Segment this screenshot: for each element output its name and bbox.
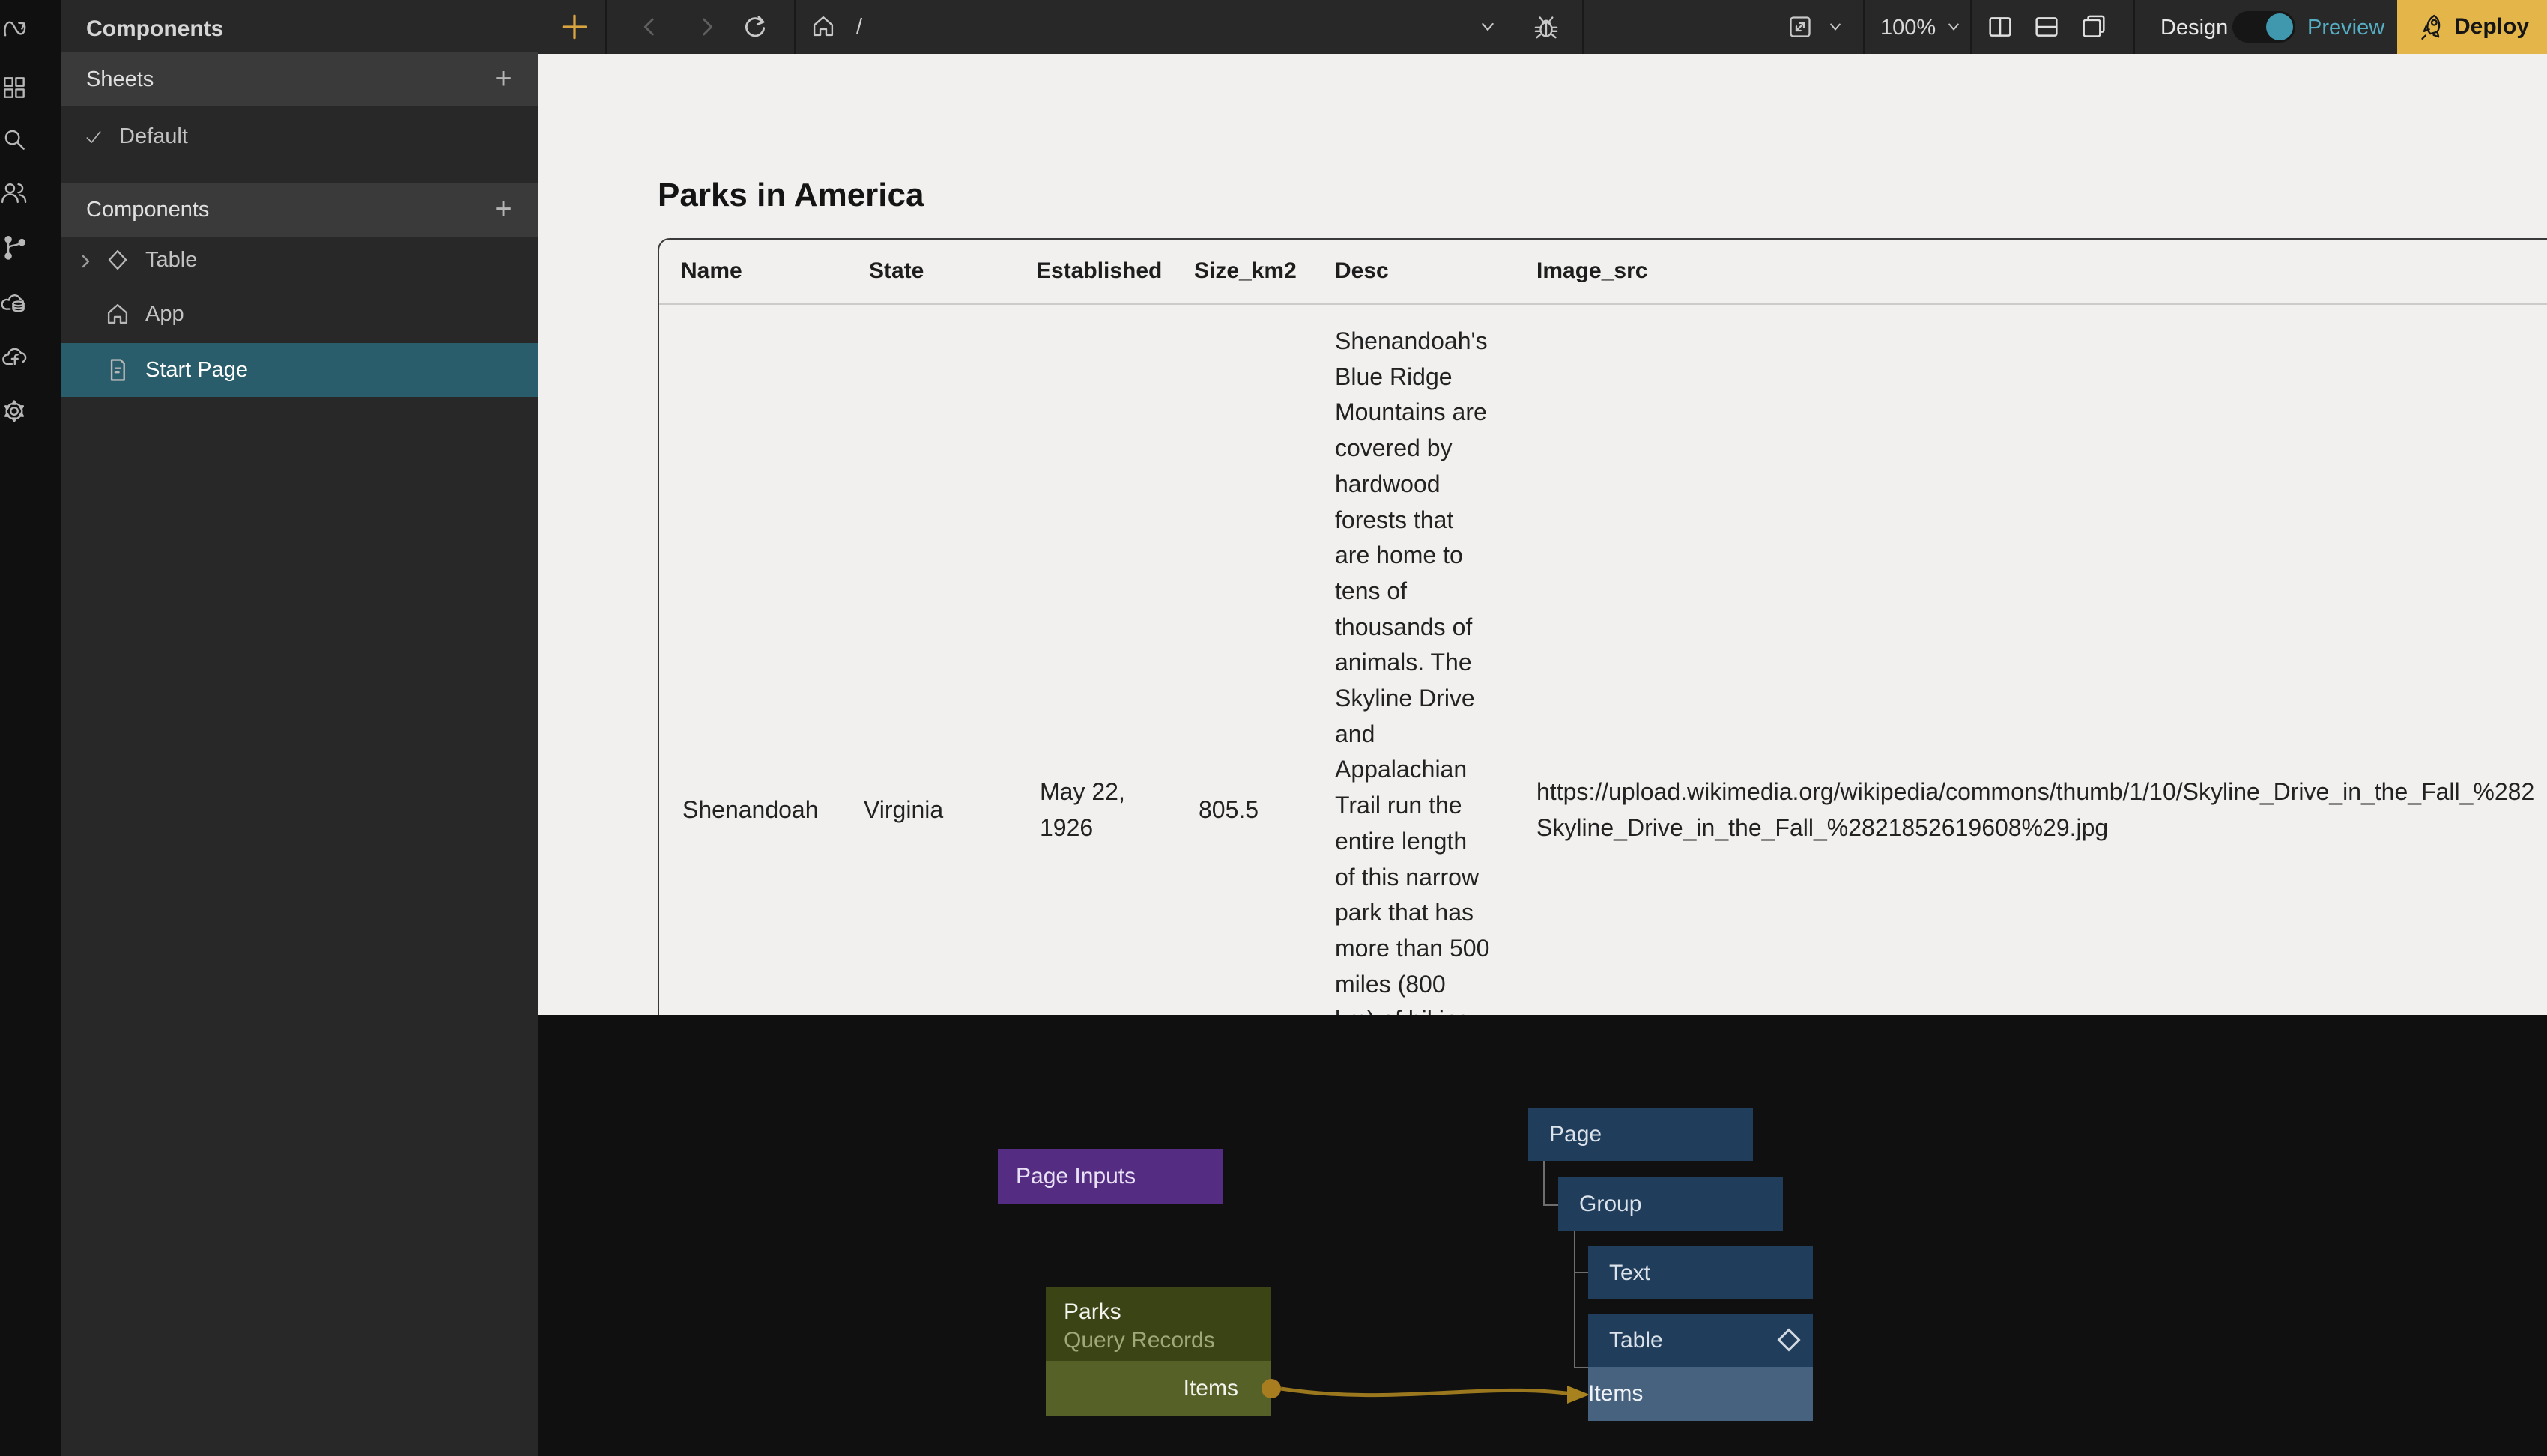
tree-item-table[interactable]: Table bbox=[61, 233, 538, 287]
nav-back-button[interactable] bbox=[635, 12, 665, 42]
node-label: Page bbox=[1549, 1122, 1602, 1147]
sheet-label: Default bbox=[119, 124, 188, 149]
cell-state: Virginia bbox=[864, 792, 943, 828]
users-icon[interactable] bbox=[0, 179, 28, 207]
output-port-label: Items bbox=[1184, 1376, 1238, 1401]
reload-icon[interactable] bbox=[740, 12, 770, 42]
sheets-section-header: Sheets + bbox=[61, 52, 538, 106]
items-output-port[interactable] bbox=[1262, 1379, 1281, 1398]
tree-item-label: Start Page bbox=[145, 358, 248, 383]
node-table-items-input[interactable]: Items bbox=[1588, 1367, 1813, 1421]
route-path[interactable]: / bbox=[856, 15, 862, 40]
diamond-icon bbox=[1777, 1328, 1800, 1351]
node-group[interactable]: Group bbox=[1558, 1177, 1783, 1231]
query-type: Query Records bbox=[1064, 1328, 1215, 1353]
page-file-icon bbox=[103, 356, 132, 384]
cell-established: May 22, 1926 bbox=[1040, 774, 1125, 846]
cloud-function-icon[interactable] bbox=[0, 342, 28, 370]
route-dropdown-chevron-icon[interactable] bbox=[1476, 15, 1506, 45]
node-text[interactable]: Text bbox=[1588, 1246, 1813, 1299]
items-binding-edge bbox=[538, 1015, 2547, 1456]
components-panel: Components Sheets + Default Components +… bbox=[61, 0, 540, 1456]
split-vertical-icon[interactable] bbox=[1985, 12, 2015, 42]
deploy-label: Deploy bbox=[2454, 14, 2529, 40]
chevron-right-icon[interactable] bbox=[76, 252, 94, 270]
node-label: Group bbox=[1579, 1192, 1641, 1217]
check-icon bbox=[84, 127, 103, 147]
cell-name: Shenandoah bbox=[682, 792, 819, 828]
git-branch-icon[interactable] bbox=[0, 233, 28, 261]
tree-item-app[interactable]: App bbox=[61, 287, 538, 341]
toolbar-separator bbox=[605, 0, 607, 54]
design-preview-toggle[interactable] bbox=[2232, 11, 2295, 43]
app-logo-icon[interactable] bbox=[0, 13, 28, 42]
column-header-size: Size_km2 bbox=[1194, 258, 1297, 284]
toolbar-separator bbox=[794, 0, 796, 54]
app-preview-canvas: Parks in America Name State Established … bbox=[538, 54, 2547, 1015]
design-mode-label[interactable]: Design bbox=[2160, 16, 2228, 40]
settings-gear-icon[interactable] bbox=[0, 397, 28, 425]
toolbar-separator bbox=[1970, 0, 1972, 54]
preview-page-title: Parks in America bbox=[658, 177, 924, 214]
add-component-button[interactable]: + bbox=[490, 196, 517, 223]
node-page[interactable]: Page bbox=[1528, 1108, 1753, 1161]
zoom-level[interactable]: 100% bbox=[1880, 16, 1936, 40]
components-grid-icon[interactable] bbox=[0, 73, 28, 102]
stacked-windows-icon[interactable] bbox=[2079, 12, 2109, 42]
add-sheet-button[interactable]: + bbox=[490, 66, 517, 93]
tree-item-label: Table bbox=[145, 248, 197, 273]
add-page-button[interactable] bbox=[558, 10, 588, 40]
node-parks-query[interactable]: Parks Query Records Items bbox=[1046, 1287, 1271, 1416]
toolbar-separator bbox=[2133, 0, 2135, 54]
query-name: Parks bbox=[1064, 1299, 1121, 1325]
cell-image-src: https://upload.wikimedia.org/wikipedia/c… bbox=[1536, 774, 2547, 846]
column-header-state: State bbox=[869, 258, 924, 284]
toolbar-separator bbox=[1863, 0, 1865, 54]
toolbar-separator bbox=[1582, 0, 1584, 54]
debug-bug-icon[interactable] bbox=[1531, 12, 1561, 42]
preview-mode-label[interactable]: Preview bbox=[2307, 16, 2384, 40]
deploy-button[interactable]: Deploy bbox=[2397, 0, 2547, 54]
tree-item-start-page[interactable]: Start Page bbox=[61, 343, 538, 397]
canvas-size-chevron-icon[interactable] bbox=[1825, 16, 1855, 46]
diamond-icon bbox=[103, 246, 132, 274]
node-label: Text bbox=[1609, 1261, 1650, 1286]
column-header-desc: Desc bbox=[1335, 258, 1389, 284]
nav-forward-button[interactable] bbox=[691, 12, 721, 42]
toggle-knob bbox=[2266, 13, 2293, 40]
node-page-inputs[interactable]: Page Inputs bbox=[998, 1149, 1223, 1204]
cell-desc: Shenandoah's Blue Ridge Mountains are co… bbox=[1335, 324, 1522, 1015]
rocket-icon bbox=[2417, 12, 2447, 42]
node-label: Table bbox=[1609, 1328, 1663, 1353]
panel-title: Components bbox=[86, 16, 223, 42]
node-label: Items bbox=[1588, 1381, 1643, 1407]
tree-item-label: App bbox=[145, 302, 184, 327]
components-section-header: Components + bbox=[61, 183, 538, 237]
sheet-item-default[interactable]: Default bbox=[61, 109, 538, 163]
column-header-established: Established bbox=[1036, 258, 1162, 284]
home-icon[interactable] bbox=[809, 12, 839, 42]
components-header-label: Components bbox=[86, 198, 209, 222]
cloud-database-icon[interactable] bbox=[0, 288, 28, 316]
search-icon[interactable] bbox=[0, 125, 28, 154]
sheets-header-label: Sheets bbox=[86, 67, 154, 92]
column-header-name: Name bbox=[681, 258, 742, 284]
canvas-size-icon[interactable] bbox=[1785, 12, 1815, 42]
data-flow-graph: Page Inputs Parks Query Records Items Pa… bbox=[538, 1015, 2547, 1456]
top-toolbar: / 100% Design P bbox=[538, 0, 2547, 54]
home-icon bbox=[103, 300, 132, 328]
parks-table[interactable] bbox=[658, 238, 2547, 1015]
column-header-image: Image_src bbox=[1536, 258, 1647, 284]
cell-size: 805.5 bbox=[1199, 792, 1259, 828]
node-table[interactable]: Table bbox=[1588, 1314, 1813, 1367]
node-label: Page Inputs bbox=[1016, 1164, 1136, 1189]
table-header-divider bbox=[659, 303, 2547, 305]
zoom-chevron-icon[interactable] bbox=[1943, 16, 1973, 46]
split-horizontal-icon[interactable] bbox=[2032, 12, 2062, 42]
